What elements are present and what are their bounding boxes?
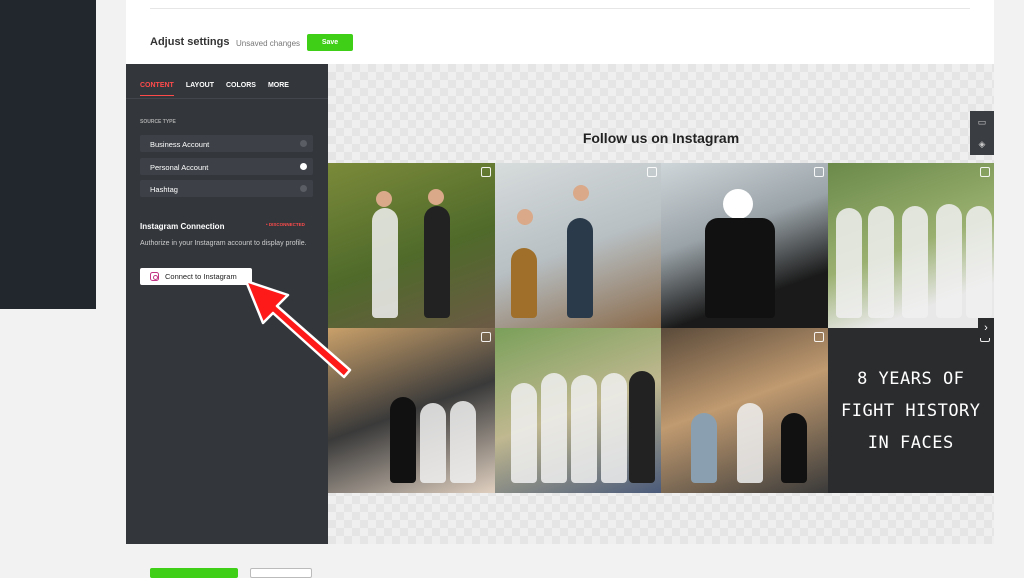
connection-title: Instagram Connection: [140, 222, 225, 231]
desktop-icon[interactable]: ▭: [970, 111, 994, 133]
source-option-personal[interactable]: Personal Account: [140, 158, 313, 175]
poster-line: FIGHT HISTORY IN FACES: [840, 400, 981, 453]
multiple-photos-icon: [480, 332, 491, 342]
multiple-photos-icon: [980, 167, 990, 177]
poster-text: 8 YEARS OF FIGHT HISTORY IN FACES: [828, 363, 995, 459]
radio-icon[interactable]: [300, 185, 307, 192]
tab-more[interactable]: MORE: [268, 82, 289, 96]
photo-tile[interactable]: [328, 328, 495, 493]
feed-title: Follow us on Instagram: [582, 130, 740, 146]
photo-grid: 8 YEARS OF FIGHT HISTORY IN FACES: [328, 163, 994, 493]
settings-panel: CONTENT LAYOUT COLORS MORE SOURCE TYPE B…: [126, 64, 328, 544]
photo-tile[interactable]: 8 YEARS OF FIGHT HISTORY IN FACES: [827, 328, 995, 493]
photo-tile[interactable]: [827, 163, 994, 328]
connect-instagram-button[interactable]: Connect to Instagram: [140, 268, 252, 285]
connect-button-label: Connect to Instagram: [165, 272, 237, 281]
option-label: Business Account: [150, 140, 210, 149]
photo-tile[interactable]: [328, 163, 495, 328]
unsaved-status: Unsaved changes: [236, 39, 301, 48]
multiple-photos-icon: [647, 167, 657, 177]
connection-description: Authorize in your Instagram account to d…: [140, 240, 307, 247]
tab-bar: CONTENT LAYOUT COLORS MORE: [140, 82, 289, 96]
connection-status-badge: • DISCONNECTED: [266, 222, 305, 227]
bottom-secondary-button[interactable]: [250, 568, 312, 578]
poster-line: 8 YEARS OF: [857, 368, 965, 389]
option-label: Personal Account: [150, 163, 209, 172]
photo-tile[interactable]: [494, 163, 661, 328]
divider: [150, 8, 970, 9]
bottom-primary-button[interactable]: [150, 568, 238, 578]
tab-colors[interactable]: COLORS: [226, 82, 256, 96]
multiple-photos-icon: [813, 332, 824, 342]
photo-tile[interactable]: [661, 328, 828, 493]
photo-tile[interactable]: [661, 163, 828, 328]
radio-selected-icon[interactable]: [300, 163, 307, 170]
tab-layout[interactable]: LAYOUT: [186, 82, 214, 96]
source-option-hashtag[interactable]: Hashtag: [140, 180, 313, 197]
tab-content[interactable]: CONTENT: [140, 82, 174, 96]
page-title: Adjust settings: [150, 36, 230, 48]
multiple-photos-icon: [480, 167, 491, 177]
multiple-photos-icon: [813, 167, 824, 177]
paint-bucket-icon[interactable]: ◈: [970, 133, 994, 155]
source-option-business[interactable]: Business Account: [140, 135, 313, 152]
left-dark-sidebar: [0, 0, 96, 309]
photo-tile[interactable]: [494, 328, 661, 493]
preview-side-controls: ▭ ◈: [970, 111, 994, 155]
save-button[interactable]: Save: [307, 34, 353, 51]
radio-icon[interactable]: [300, 140, 307, 147]
instagram-icon: [150, 272, 159, 281]
source-type-label: SOURCE TYPE: [140, 119, 176, 125]
chevron-right-icon[interactable]: ›: [978, 318, 994, 338]
widget-preview: Follow us on Instagram 8 YEARS OF FIGHT …: [328, 64, 994, 544]
divider: [126, 98, 328, 99]
option-label: Hashtag: [150, 185, 178, 194]
